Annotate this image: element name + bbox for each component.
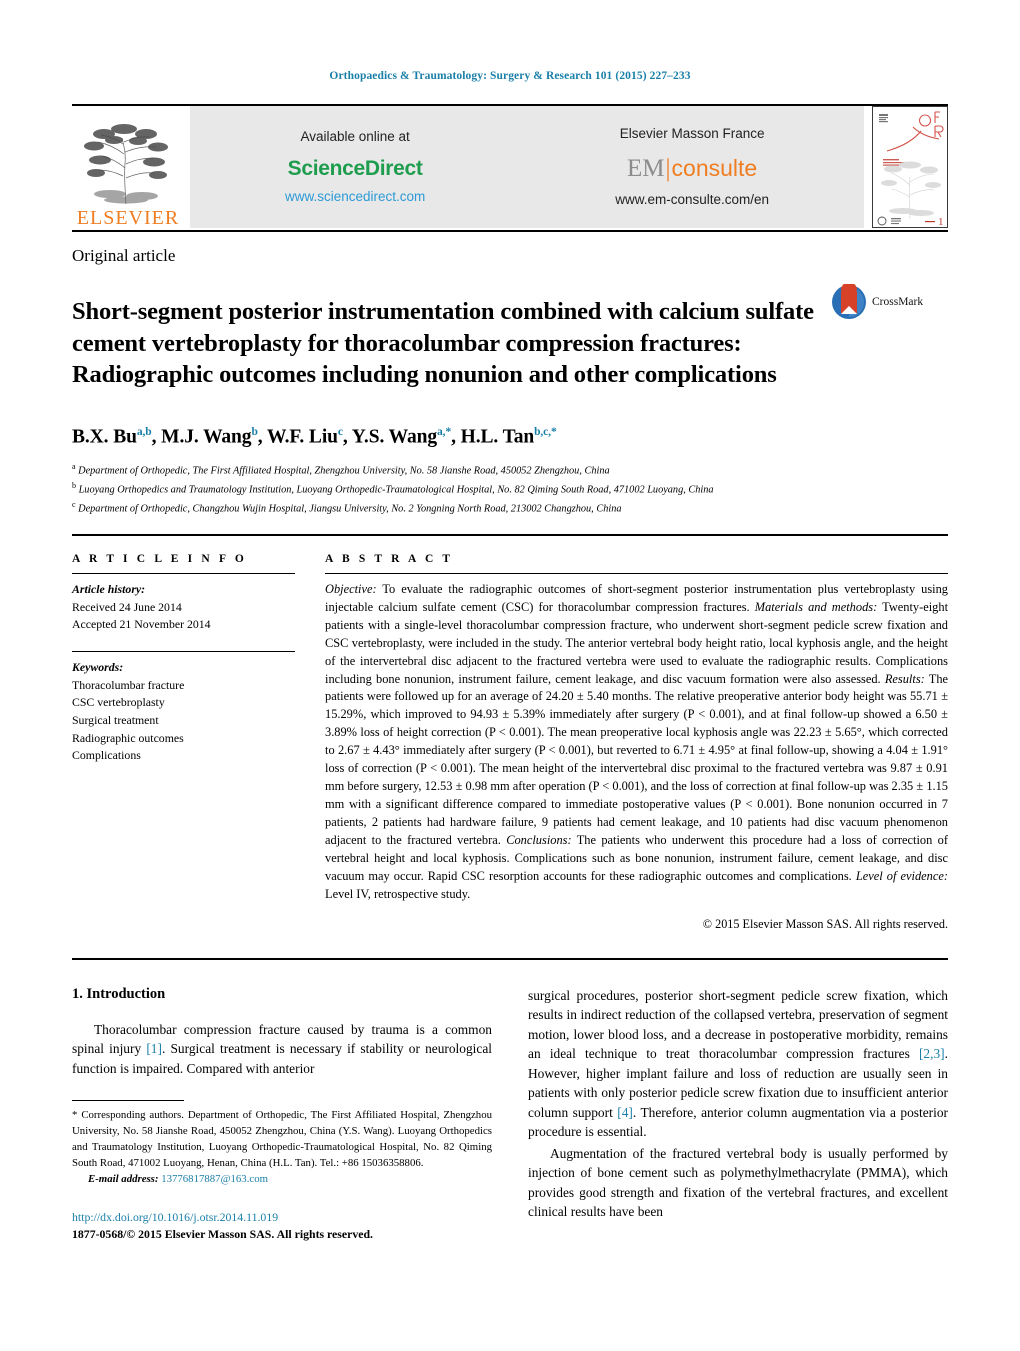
received-date: Received 24 June 2014 — [72, 599, 182, 614]
masthead-banner: Available online at ScienceDirect www.sc… — [190, 106, 864, 228]
body-left-column: 1. Introduction Thoracolumbar compressio… — [72, 986, 492, 1243]
journal-cover-thumbnail: 1 — [872, 106, 948, 228]
svg-text:1: 1 — [938, 216, 944, 228]
abstract-copyright: © 2015 Elsevier Masson SAS. All rights r… — [702, 916, 948, 931]
abstract-heading: A B S T R A C T — [325, 552, 454, 565]
abstract-section: Results: The patients were followed up f… — [325, 671, 949, 847]
running-head: Orthopaedics & Traumatology: Surgery & R… — [329, 70, 691, 82]
masson-france-label: Elsevier Masson France — [619, 125, 765, 141]
title-row: Short-segment posterior instrumentation … — [72, 280, 948, 406]
keywords-label: Keywords: — [72, 659, 124, 674]
emconsulte-suffix: consulte — [671, 155, 758, 182]
citation-ref-2-3[interactable]: [2,3] — [919, 1046, 945, 1061]
elsevier-logo: ELSEVIER — [72, 106, 184, 228]
keywords-block: Keywords: Thoracolumbar fracture CSC ver… — [72, 659, 295, 765]
intro-paragraph-right-2: Augmentation of the fractured vertebral … — [528, 1145, 948, 1220]
author-list: B.X. Bua,b, M.J. Wangb, W.F. Liuc, Y.S. … — [72, 426, 557, 448]
abstract-section-label: Conclusions: — [506, 832, 572, 847]
accepted-date: Accepted 21 November 2014 — [72, 617, 211, 632]
section-heading-introduction: 1. Introduction — [72, 985, 166, 1002]
body-columns: 1. Introduction Thoracolumbar compressio… — [72, 986, 948, 1243]
emconsulte-logo: EM|consulte — [615, 152, 769, 186]
affiliation-item: b Luoyang Orthopedics and Traumatology I… — [72, 480, 714, 496]
abstract-rule — [325, 572, 948, 574]
info-top-rule — [72, 533, 948, 536]
email-label: E-mail address: — [88, 1172, 159, 1185]
abstract-column: A B S T R A C T Objective: To evaluate t… — [325, 553, 948, 932]
article-history-label: Article history: — [72, 581, 146, 596]
footnote-rule — [72, 1100, 184, 1102]
keyword-item: Complications — [72, 748, 141, 763]
crossmark-label: CrossMark — [872, 296, 924, 308]
info-abstract-columns: A R T I C L E I N F O Article history: R… — [72, 553, 948, 932]
affiliation-list: a Department of Orthopedic, The First Af… — [72, 461, 948, 518]
keyword-item: Radiographic outcomes — [72, 730, 184, 745]
article-info-rule — [72, 572, 295, 574]
footnote-text: Corresponding authors. Department of Ort… — [72, 1109, 492, 1169]
intro-paragraph-right-1: surgical procedures, posterior short-seg… — [528, 986, 948, 1142]
abstract-section-label: Results: — [884, 671, 925, 686]
title-top-rule — [72, 230, 948, 232]
intro-paragraph-left: Thoracolumbar compression fracture cause… — [72, 1020, 492, 1079]
elsevier-tree-icon — [80, 120, 176, 206]
right-text-a: surgical procedures, posterior short-seg… — [528, 987, 948, 1062]
sciencedirect-logo: ScienceDirect — [287, 156, 423, 180]
article-page: Orthopaedics & Traumatology: Surgery & R… — [0, 0, 1020, 1351]
citation-ref-1[interactable]: [1] — [146, 1041, 162, 1056]
article-history-block: Article history: Received 24 June 2014 A… — [72, 581, 295, 634]
keyword-item: Surgical treatment — [72, 713, 159, 728]
article-info-heading: A R T I C L E I N F O — [72, 552, 247, 565]
sciencedirect-url[interactable]: www.sciencedirect.com — [285, 188, 425, 206]
emconsulte-prefix: EM — [627, 155, 665, 183]
emconsulte-block: Elsevier Masson France EM|consulte www.e… — [615, 125, 769, 209]
keyword-item: Thoracolumbar fracture — [72, 677, 185, 692]
emconsulte-url[interactable]: www.em-consulte.com/en — [615, 191, 769, 209]
journal-masthead: ELSEVIER Available online at ScienceDire… — [72, 106, 948, 228]
article-type-label: Original article — [72, 246, 176, 265]
journal-cover-image: 1 — [872, 106, 948, 228]
doi-link[interactable]: http://dx.doi.org/10.1016/j.otsr.2014.11… — [72, 1209, 492, 1226]
abstract-text: Objective: To evaluate the radiographic … — [325, 581, 948, 904]
page-footer-meta: http://dx.doi.org/10.1016/j.otsr.2014.11… — [72, 1209, 492, 1243]
crossmark-icon — [831, 282, 867, 320]
citation-ref-4[interactable]: [4] — [617, 1105, 633, 1120]
body-right-column: surgical procedures, posterior short-seg… — [528, 986, 948, 1243]
crossmark-badge[interactable]: CrossMark — [831, 282, 924, 320]
page-title: Short-segment posterior instrumentation … — [72, 298, 814, 388]
affiliation-item: a Department of Orthopedic, The First Af… — [72, 461, 610, 477]
email-link[interactable]: 13776817887@163.com — [161, 1173, 268, 1185]
abstract-section-label: Materials and methods: — [754, 599, 878, 614]
abstract-section-label: Level of evidence: — [855, 868, 948, 883]
sciencedirect-block: Available online at ScienceDirect www.sc… — [285, 128, 425, 207]
keywords-rule — [72, 650, 295, 652]
body-top-rule — [72, 957, 948, 960]
elsevier-wordmark: ELSEVIER — [76, 207, 180, 229]
emconsulte-divider: | — [665, 155, 671, 183]
keyword-item: CSC vertebroplasty — [72, 695, 165, 710]
corresponding-author-footnote: * Corresponding authors. Department of O… — [72, 1108, 492, 1188]
abstract-section-label: Objective: — [325, 581, 377, 596]
available-online-label: Available online at — [300, 128, 410, 144]
affiliation-item: c Department of Orthopedic, Changzhou Wu… — [72, 499, 622, 515]
article-info-column: A R T I C L E I N F O Article history: R… — [72, 553, 325, 932]
issn-copyright-line: 1877-0568/© 2015 Elsevier Masson SAS. Al… — [72, 1226, 373, 1241]
